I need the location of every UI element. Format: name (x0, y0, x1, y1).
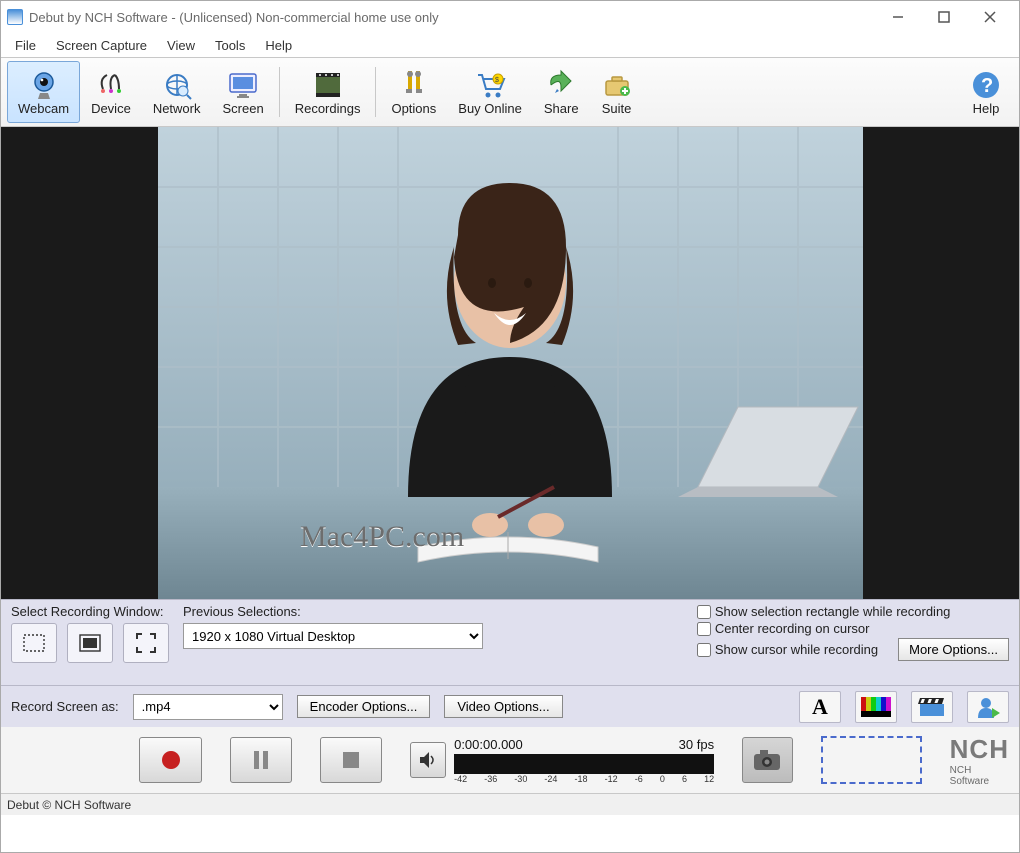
video-options-button[interactable]: Video Options... (444, 695, 562, 718)
color-bars-icon (861, 697, 891, 717)
clapperboard-icon (918, 696, 946, 718)
toolbar: Webcam Device Network Screen Recordings … (1, 57, 1019, 127)
nch-logo: NCH NCH Software (950, 734, 1009, 787)
stop-button[interactable] (320, 737, 382, 783)
camera-icon (752, 748, 782, 772)
toolbar-network[interactable]: Network (142, 61, 212, 123)
speaker-button[interactable] (410, 742, 446, 778)
share-icon (545, 69, 577, 101)
svg-text:?: ? (981, 75, 993, 97)
toolbar-suite[interactable]: Suite (590, 61, 644, 123)
text-overlay-button[interactable]: A (799, 691, 841, 723)
color-bars-button[interactable] (855, 691, 897, 723)
timecode-label: 0:00:00.000 (454, 737, 523, 752)
toolbar-options-label: Options (391, 101, 436, 116)
select-window-button[interactable] (67, 623, 113, 663)
format-panel: Record Screen as: .mp4 Encoder Options..… (1, 685, 1019, 727)
device-icon (95, 69, 127, 101)
menu-screen-capture[interactable]: Screen Capture (46, 36, 157, 55)
app-icon (7, 9, 23, 25)
toolbar-buy-online[interactable]: $ Buy Online (447, 61, 533, 123)
format-dropdown[interactable]: .mp4 (133, 694, 283, 720)
audio-level-ticks: -42-36-30-24-18-12-60612 (454, 774, 714, 784)
person-overlay-icon (975, 696, 1001, 718)
menu-view[interactable]: View (157, 36, 205, 55)
encoder-options-button[interactable]: Encoder Options... (297, 695, 431, 718)
pause-icon (249, 748, 273, 772)
toolbar-share-label: Share (544, 101, 579, 116)
window-title: Debut by NCH Software - (Unlicensed) Non… (29, 10, 439, 25)
menu-file[interactable]: File (5, 36, 46, 55)
toolbar-suite-label: Suite (602, 101, 632, 116)
recordings-icon (312, 69, 344, 101)
toolbar-share[interactable]: Share (533, 61, 590, 123)
toolbar-help[interactable]: ? Help (959, 61, 1013, 123)
statusbar: Debut © NCH Software (1, 793, 1019, 815)
cart-icon: $ (474, 69, 506, 101)
snapshot-button[interactable] (742, 737, 793, 783)
record-button[interactable] (139, 737, 201, 783)
menu-tools[interactable]: Tools (205, 36, 255, 55)
options-icon (398, 69, 430, 101)
audio-level-meter (454, 754, 714, 774)
record-screen-as-label: Record Screen as: (11, 699, 119, 714)
speaker-icon (418, 750, 438, 770)
close-button[interactable] (967, 1, 1013, 33)
toolbar-webcam[interactable]: Webcam (7, 61, 80, 123)
select-recording-label: Select Recording Window: (11, 604, 169, 619)
menu-help[interactable]: Help (255, 36, 302, 55)
toolbar-webcam-label: Webcam (18, 101, 69, 116)
center-on-cursor-checkbox[interactable]: Center recording on cursor (697, 621, 1009, 636)
transport-panel: 0:00:00.000 30 fps -42-36-30-24-18-12-60… (1, 727, 1019, 793)
person-overlay-button[interactable] (967, 691, 1009, 723)
svg-text:$: $ (495, 77, 499, 84)
previous-selections-dropdown[interactable]: 1920 x 1080 Virtual Desktop (183, 623, 483, 649)
toolbar-device[interactable]: Device (80, 61, 142, 123)
watermark-text: Mac4PC.com (300, 520, 464, 554)
suite-icon (601, 69, 633, 101)
screen-icon (227, 69, 259, 101)
recording-selection-panel: Select Recording Window: Previous Select… (1, 599, 1019, 685)
titlebar: Debut by NCH Software - (Unlicensed) Non… (1, 1, 1019, 33)
help-icon: ? (970, 69, 1002, 101)
fps-label: 30 fps (679, 737, 714, 752)
clapperboard-button[interactable] (911, 691, 953, 723)
toolbar-recordings[interactable]: Recordings (284, 61, 372, 123)
show-selection-rect-checkbox[interactable]: Show selection rectangle while recording (697, 604, 1009, 619)
record-icon (159, 748, 183, 772)
previous-selections-label: Previous Selections: (183, 604, 493, 619)
show-cursor-checkbox[interactable]: Show cursor while recording (697, 638, 878, 661)
toolbar-network-label: Network (153, 101, 201, 116)
stop-icon (339, 748, 363, 772)
preview-area (1, 127, 1019, 599)
toolbar-device-label: Device (91, 101, 131, 116)
maximize-button[interactable] (921, 1, 967, 33)
toolbar-screen-label: Screen (223, 101, 264, 116)
preview-image (158, 127, 863, 599)
more-options-button[interactable]: More Options... (898, 638, 1009, 661)
select-rectangle-button[interactable] (11, 623, 57, 663)
select-fullscreen-button[interactable] (123, 623, 169, 663)
toolbar-options[interactable]: Options (380, 61, 447, 123)
toolbar-recordings-label: Recordings (295, 101, 361, 116)
statusbar-text: Debut © NCH Software (7, 798, 131, 812)
thumbnail-dropzone[interactable] (821, 736, 922, 784)
menubar: File Screen Capture View Tools Help (1, 33, 1019, 57)
toolbar-screen[interactable]: Screen (212, 61, 275, 123)
webcam-icon (28, 69, 60, 101)
toolbar-buy-online-label: Buy Online (458, 101, 522, 116)
minimize-button[interactable] (875, 1, 921, 33)
network-icon (161, 69, 193, 101)
toolbar-help-label: Help (973, 101, 1000, 116)
pause-button[interactable] (230, 737, 292, 783)
